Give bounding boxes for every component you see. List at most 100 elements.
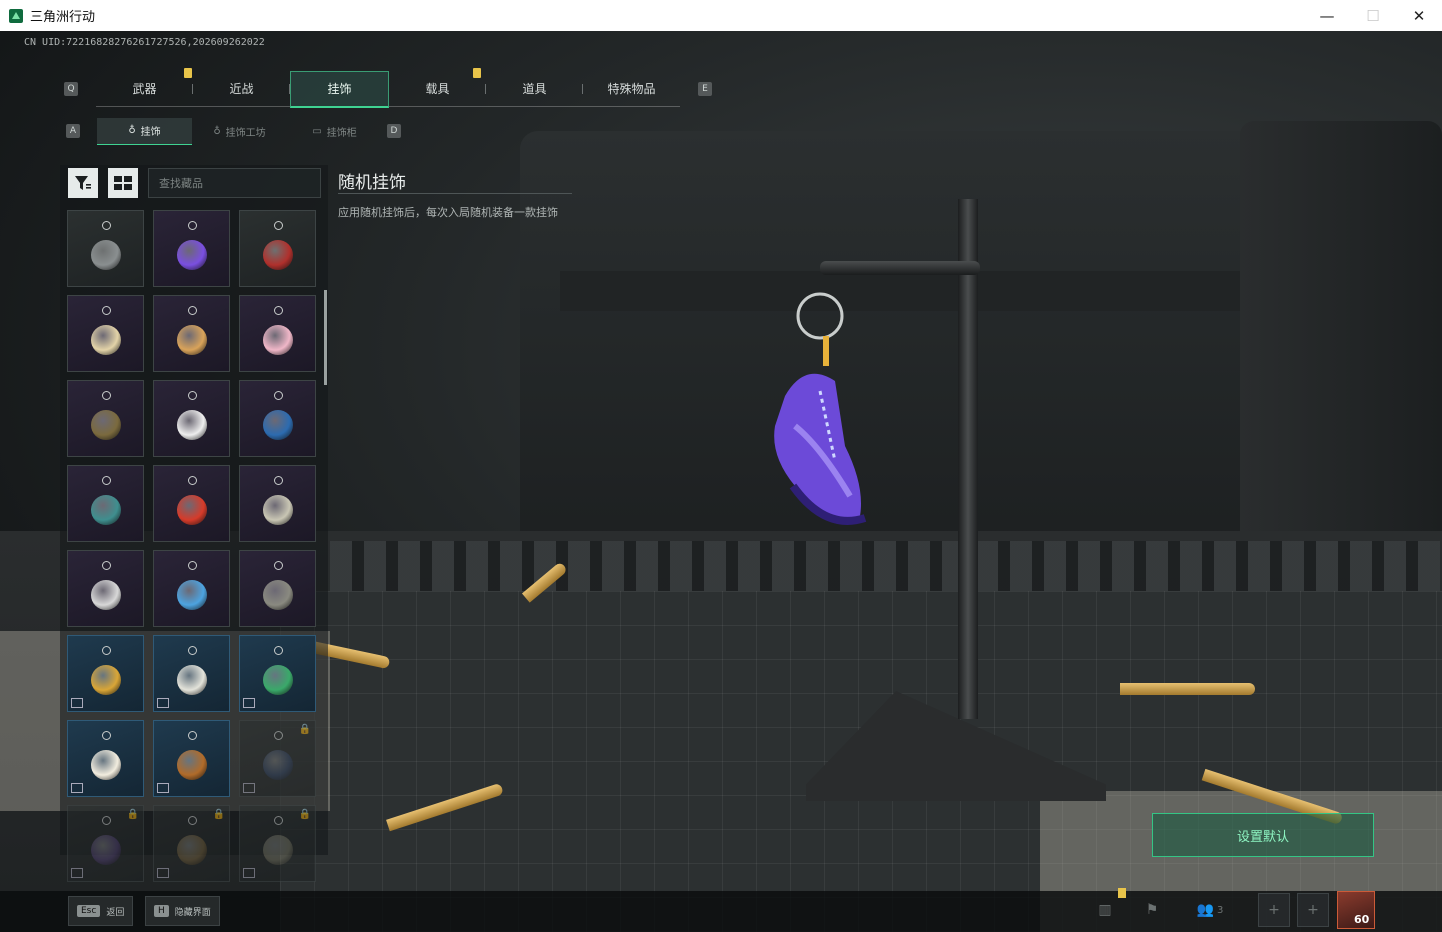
lock-icon: 🔒: [298, 809, 311, 820]
charm-grid: 🔒 🔒 🔒 🔒: [67, 210, 317, 882]
subtab-charm-workshop[interactable]: ♁ 挂饰工坊: [192, 118, 287, 144]
search-input[interactable]: [148, 168, 321, 198]
bronze-medal-charm-icon: [90, 409, 121, 440]
app-logo-icon: [9, 8, 23, 23]
image-icon: [157, 868, 169, 878]
player-level: 60: [1354, 913, 1370, 926]
keyring-icon: [187, 306, 197, 315]
keyring-icon: [101, 476, 111, 485]
keyring-icon: [187, 391, 197, 400]
porcelain-vase-charm-icon: [90, 749, 121, 780]
charm-cell[interactable]: [153, 295, 230, 372]
charm-cell[interactable]: [153, 380, 230, 457]
tab-special-items[interactable]: 特殊物品: [583, 72, 680, 107]
crystal-charm-icon: [90, 494, 121, 525]
charm-cell[interactable]: [67, 210, 144, 287]
locked-sculpt-charm-icon: [262, 834, 293, 865]
keyring-icon: [273, 646, 283, 655]
charm-cell[interactable]: [239, 465, 316, 542]
keyring-icon: [187, 646, 197, 655]
charm-cell[interactable]: [153, 550, 230, 627]
grid-view-button[interactable]: [108, 168, 138, 198]
charm-cell[interactable]: [153, 635, 230, 712]
red-rose-charm-icon: [262, 239, 293, 270]
window-title: 三角洲行动: [30, 10, 96, 25]
maximize-button[interactable]: ☐: [1350, 0, 1396, 31]
charm-icon: ♁: [128, 125, 136, 136]
flag-icon[interactable]: ⚑: [1137, 896, 1167, 924]
charm-cell[interactable]: 🔒: [239, 805, 316, 882]
tab-vehicles[interactable]: 载具: [389, 67, 486, 107]
charm-cell[interactable]: [67, 550, 144, 627]
subtab-charms[interactable]: ♁ 挂饰: [97, 117, 192, 145]
charm-cell[interactable]: 🔒: [239, 720, 316, 797]
detail-description: 应用随机挂饰后，每次入局随机装备一款挂饰: [338, 206, 558, 219]
secondary-nav: A ♁ 挂饰 ♁ 挂饰工坊 ▭ 挂饰柜 D: [66, 117, 401, 145]
charm-cell[interactable]: [153, 720, 230, 797]
tab-label: 特殊物品: [607, 82, 656, 96]
charm-cell[interactable]: [239, 635, 316, 712]
charm-cell[interactable]: [239, 295, 316, 372]
stand-arm: [820, 261, 980, 275]
tab-items[interactable]: 道具: [486, 72, 583, 107]
grid-view-icon: [114, 176, 132, 190]
keyring-icon: [101, 646, 111, 655]
tab-charms[interactable]: 挂饰: [290, 70, 389, 108]
charm-cell[interactable]: [67, 635, 144, 712]
hint-label: 隐藏界面: [174, 907, 211, 918]
tab-label: 挂饰: [327, 82, 352, 96]
hide-ui-hint-button[interactable]: H 隐藏界面: [145, 896, 220, 926]
tab-label: 道具: [522, 82, 547, 96]
image-icon: [71, 783, 83, 793]
back-hint-button[interactable]: Esc 返回: [68, 896, 134, 926]
keyring-icon: [187, 476, 197, 485]
gold-orb-charm-icon: [90, 664, 121, 695]
charm-cell[interactable]: [67, 465, 144, 542]
add-slot-button[interactable]: +: [1258, 893, 1290, 927]
hint-label: 返回: [106, 907, 125, 918]
locked-lantern-charm-icon: [176, 834, 207, 865]
silver-bird-charm-icon: [262, 494, 293, 525]
subtab-charm-cabinet[interactable]: ▭ 挂饰柜: [287, 118, 382, 144]
keyring-icon: [273, 731, 283, 740]
charm-cell[interactable]: [239, 210, 316, 287]
key-h: H: [154, 905, 169, 917]
keyring-icon: [187, 731, 197, 740]
image-icon: [71, 868, 83, 878]
key-hint-d: D: [387, 124, 401, 138]
tab-weapons[interactable]: 武器: [96, 67, 193, 107]
close-button[interactable]: ✕: [1396, 0, 1442, 31]
charm-cell[interactable]: [239, 380, 316, 457]
charm-cell[interactable]: [67, 295, 144, 372]
image-icon: [157, 698, 169, 708]
filter-button[interactable]: [68, 168, 98, 198]
keyring-icon: [187, 221, 197, 230]
add-slot-button-2[interactable]: +: [1297, 893, 1329, 927]
bullet-prop: [1120, 683, 1255, 695]
charm-cell[interactable]: [153, 210, 230, 287]
minimize-button[interactable]: —: [1304, 0, 1350, 31]
detail-title: 随机挂饰: [338, 173, 406, 193]
charm-cell[interactable]: 🔒: [67, 805, 144, 882]
charm-cell[interactable]: [67, 720, 144, 797]
wooden-wheel-charm-icon: [176, 749, 207, 780]
keyring-icon: [101, 731, 111, 740]
grid-scrollbar[interactable]: [324, 290, 327, 385]
dice-tile-charm-icon: [262, 664, 293, 695]
subtab-label: 挂饰工坊: [225, 127, 266, 139]
keyring-icon: [101, 391, 111, 400]
set-default-button[interactable]: 设置默认: [1152, 813, 1374, 857]
charm-cell[interactable]: [239, 550, 316, 627]
image-icon: [71, 698, 83, 708]
charm-cell[interactable]: 🔒: [153, 805, 230, 882]
tab-melee[interactable]: 近战: [193, 72, 290, 107]
lock-icon: 🔒: [212, 809, 225, 820]
friends-button[interactable]: 👥 3: [1190, 896, 1230, 924]
keyring-icon: [101, 561, 111, 570]
charm-cell[interactable]: [153, 465, 230, 542]
charm-cell[interactable]: [67, 380, 144, 457]
locked-badge-charm-icon: [90, 834, 121, 865]
sneaker-charm-preview: [774, 292, 867, 525]
keyring-icon: [273, 561, 283, 570]
stats-icon[interactable]: ▥: [1090, 896, 1120, 924]
